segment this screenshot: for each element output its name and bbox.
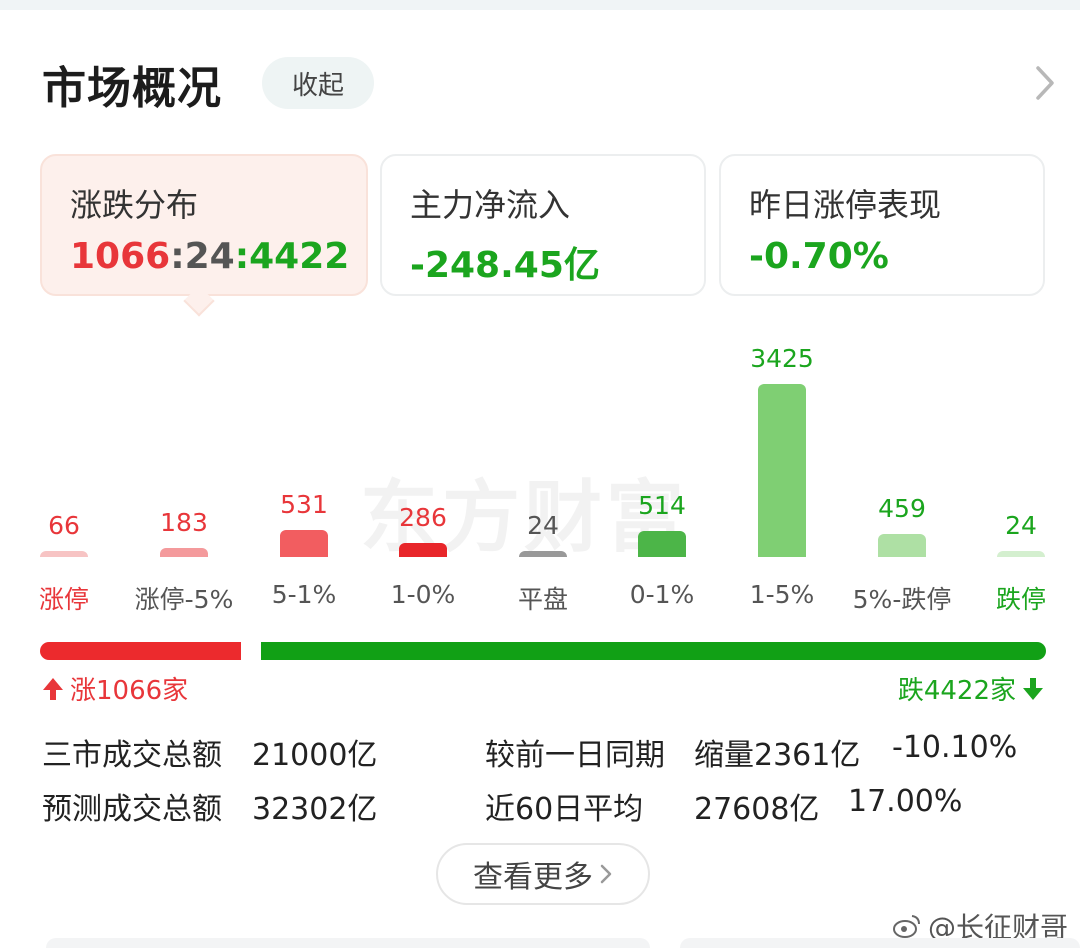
bar-value-label: 531 — [280, 490, 328, 519]
limit-up-performance-value: -0.70% — [749, 236, 889, 277]
card-label: 涨跌分布 — [70, 186, 199, 224]
bar-value-label: 514 — [638, 491, 686, 520]
avg60-percent: 17.00% — [848, 784, 963, 819]
card-label: 主力净流入 — [410, 186, 571, 224]
decline-summary: 跌4422家 — [898, 670, 1044, 707]
view-more-label: 查看更多 — [473, 860, 593, 895]
bar-value-label: 24 — [527, 511, 559, 540]
net-inflow-value: -248.45亿 — [410, 245, 600, 286]
category-label: 0-1% — [629, 580, 695, 609]
avg60-label: 近60日平均 — [485, 792, 644, 827]
bar-value-label: 24 — [1005, 511, 1037, 540]
advance-decline-bar — [40, 642, 1046, 660]
bar-value-label: 3425 — [750, 344, 814, 373]
forecast-turnover-label: 预测成交总额 — [42, 792, 222, 827]
decline-summary-label: 跌4422家 — [897, 676, 1016, 706]
bar-7 — [878, 534, 926, 557]
bar-0 — [40, 551, 88, 557]
chevron-right-icon[interactable] — [1030, 64, 1060, 102]
decline-bar-segment — [261, 642, 1046, 660]
bar-value-label: 183 — [160, 508, 208, 537]
flat-count-value: 24 — [184, 236, 235, 277]
category-label: 涨停-5% — [134, 585, 234, 614]
weibo-logo-icon — [892, 915, 920, 938]
bar-3 — [399, 543, 447, 557]
bar-value-label: 459 — [878, 494, 926, 523]
card-main-net-inflow[interactable]: 主力净流入 -248.45亿 — [380, 154, 706, 296]
avg60-value: 27608亿 — [694, 792, 820, 827]
next-section-edge — [0, 938, 1080, 948]
advance-bar-segment — [40, 642, 241, 660]
compare-value: 缩量2361亿 — [694, 738, 861, 773]
arrow-up-icon — [43, 677, 63, 700]
advance-summary: 涨1066家 — [42, 670, 188, 707]
compare-percent: -10.10% — [892, 730, 1018, 765]
card-advance-decline[interactable]: 涨跌分布 1066:24:4422 — [40, 154, 368, 296]
total-turnover-label: 三市成交总额 — [42, 738, 222, 773]
down-count-value: 4422 — [249, 236, 350, 277]
card-label: 昨日涨停表现 — [749, 186, 942, 224]
advance-decline-ratio: 1066:24:4422 — [70, 236, 350, 277]
bar-6 — [758, 384, 806, 557]
chevron-right-icon — [600, 864, 612, 884]
category-label: 1-0% — [390, 580, 456, 609]
arrow-down-icon — [1023, 677, 1043, 700]
card-limit-up-performance[interactable]: 昨日涨停表现 -0.70% — [719, 154, 1045, 296]
advance-summary-label: 涨1066家 — [70, 676, 189, 706]
category-label: 跌停 — [995, 585, 1046, 614]
distribution-chart: 66 涨停 183 涨停-5% 531 5-1% 286 1-0% 24 平盘 514 0-1% 342… — [0, 330, 1080, 620]
forecast-turnover-value: 32302亿 — [252, 792, 378, 827]
bar-1 — [160, 548, 208, 557]
collapse-button[interactable]: 收起 — [262, 57, 374, 109]
bar-2 — [280, 530, 328, 557]
bar-5 — [638, 531, 686, 557]
view-more-button[interactable]: 查看更多 — [436, 843, 650, 905]
top-strip — [0, 0, 1080, 10]
bar-value-label: 66 — [48, 511, 80, 540]
bar-value-label: 286 — [399, 503, 447, 532]
up-count-value: 1066 — [70, 236, 171, 277]
bar-8 — [997, 551, 1045, 557]
page-title: 市场概况 — [42, 63, 222, 114]
bar-4 — [519, 551, 567, 557]
compare-label: 较前一日同期 — [485, 738, 665, 773]
category-label: 1-5% — [749, 580, 815, 609]
total-turnover-value: 21000亿 — [252, 738, 378, 773]
